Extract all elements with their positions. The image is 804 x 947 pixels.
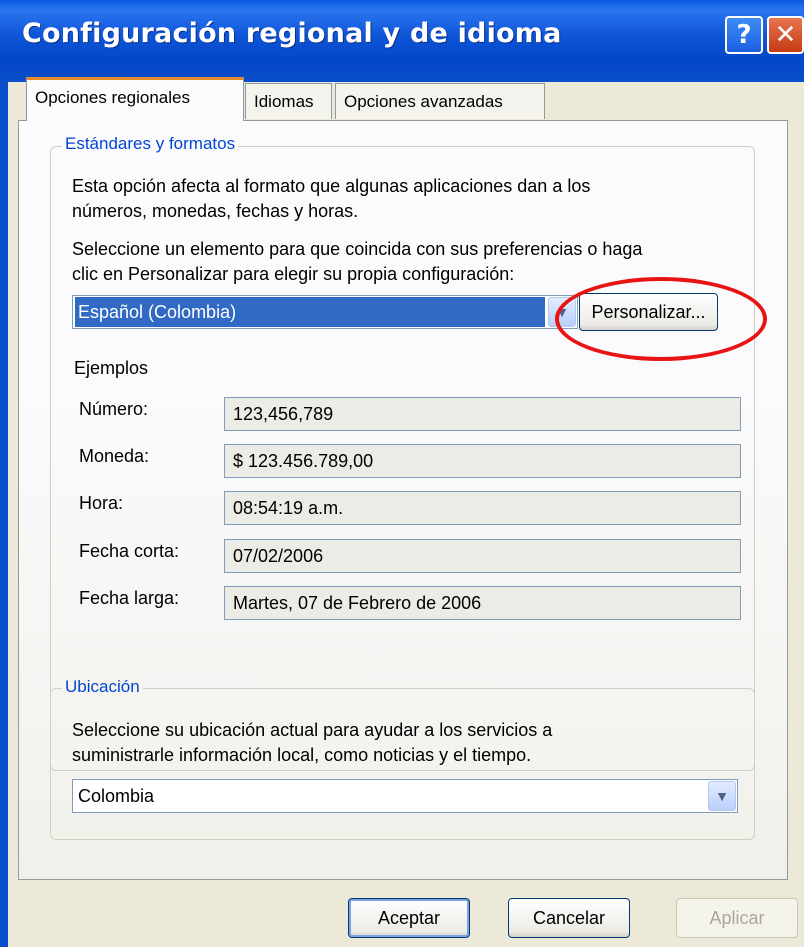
tab-opciones-avanzadas[interactable]: Opciones avanzadas bbox=[335, 83, 545, 119]
help-icon: ? bbox=[736, 20, 752, 50]
example-label-hora: Hora: bbox=[79, 493, 124, 513]
tab-idiomas[interactable]: Idiomas bbox=[245, 83, 332, 119]
example-label-fecha-corta: Fecha corta: bbox=[79, 541, 180, 561]
example-value-fecha-corta: 07/02/2006 bbox=[224, 539, 741, 573]
example-label-moneda: Moneda: bbox=[79, 446, 150, 466]
example-value-fecha-larga: Martes, 07 de Febrero de 2006 bbox=[224, 586, 741, 620]
location-description-line1: Seleccione su ubicación actual para ayud… bbox=[72, 720, 553, 740]
location-select-value: Colombia bbox=[78, 786, 155, 806]
close-button[interactable]: ✕ bbox=[767, 16, 804, 54]
example-label-fecha-larga: Fecha larga: bbox=[79, 588, 180, 608]
window-title: Configuración regional y de idioma bbox=[22, 18, 562, 49]
location-select[interactable]: Colombia ▼ bbox=[72, 779, 738, 813]
select-prompt-line1: Seleccione un elemento para que coincida… bbox=[72, 239, 643, 259]
close-icon: ✕ bbox=[774, 20, 797, 50]
tab-label: Opciones regionales bbox=[35, 88, 190, 107]
location-legend: Ubicación bbox=[62, 677, 143, 697]
help-button[interactable]: ? bbox=[725, 16, 763, 54]
examples-heading: Ejemplos bbox=[74, 358, 149, 378]
window-frame bbox=[0, 82, 8, 947]
locale-select[interactable]: Español (Colombia) ▼ bbox=[72, 295, 578, 329]
standards-legend: Estándares y formatos bbox=[62, 134, 239, 154]
example-value-numero: 123,456,789 bbox=[224, 397, 741, 431]
ok-button[interactable]: Aceptar bbox=[348, 898, 470, 938]
tab-opciones-regionales[interactable]: Opciones regionales bbox=[26, 77, 244, 121]
chevron-down-icon[interactable]: ▼ bbox=[548, 297, 576, 327]
locale-select-value: Español (Colombia) bbox=[75, 297, 545, 327]
standards-description-line1: Esta opción afecta al formato que alguna… bbox=[72, 176, 591, 196]
title-bar[interactable]: Configuración regional y de idioma ? ✕ bbox=[0, 0, 804, 82]
ok-button-label: Aceptar bbox=[377, 908, 441, 928]
cancel-button-label: Cancelar bbox=[532, 908, 606, 928]
select-prompt-line2: clic en Personalizar para elegir su prop… bbox=[72, 264, 515, 284]
example-label-numero: Número: bbox=[79, 399, 149, 419]
tab-label: Opciones avanzadas bbox=[344, 92, 503, 111]
example-value-hora: 08:54:19 a.m. bbox=[224, 491, 741, 525]
standards-description-line2: números, monedas, fechas y horas. bbox=[72, 201, 359, 221]
location-description-line2: suministrarle información local, como no… bbox=[72, 745, 532, 765]
chevron-down-icon[interactable]: ▼ bbox=[708, 781, 736, 811]
customize-button[interactable]: Personalizar... bbox=[579, 293, 718, 331]
apply-button[interactable]: Aplicar bbox=[676, 898, 798, 938]
cancel-button[interactable]: Cancelar bbox=[508, 898, 630, 938]
example-value-moneda: $ 123.456.789,00 bbox=[224, 444, 741, 478]
customize-button-label: Personalizar... bbox=[591, 302, 706, 322]
tab-panel: Estándares y formatos Esta opción afecta… bbox=[18, 120, 788, 880]
apply-button-label: Aplicar bbox=[709, 908, 765, 928]
tab-label: Idiomas bbox=[254, 92, 314, 111]
